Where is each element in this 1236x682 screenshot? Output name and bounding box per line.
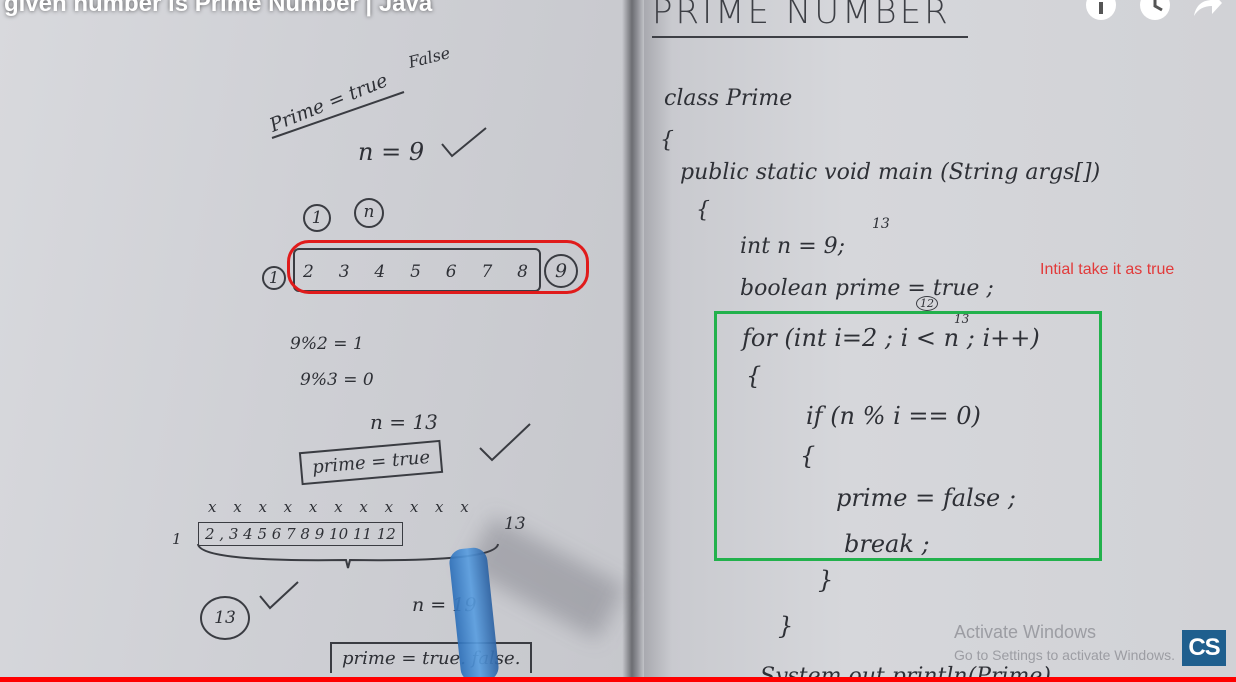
notebook-spine — [622, 0, 644, 682]
circled-13: 13 — [200, 596, 250, 640]
checkmark-icon — [259, 581, 299, 610]
prime-false-note: prime = true. false. — [330, 642, 533, 673]
activate-windows-title: Activate Windows — [954, 622, 1097, 642]
n-equals-9: n = 9 — [358, 138, 425, 166]
crosses-row: x x x x x x x x x x x — [208, 498, 475, 516]
circled-n: n — [354, 198, 384, 228]
superscript-13: 13 — [872, 216, 890, 232]
code-line: public static void main (String args[]) — [680, 160, 1101, 185]
mod-9-3: 9%3 = 0 — [300, 370, 374, 390]
code-line: { — [696, 198, 710, 223]
video-progress-bar[interactable] — [0, 677, 1236, 682]
red-annotation: Intial take it as true — [1040, 261, 1175, 278]
circled-one: 1 — [303, 204, 331, 232]
video-title[interactable]: given number is Prime Number | Java — [4, 0, 432, 18]
code-line: boolean prime = true ; — [740, 276, 994, 301]
code-line: int n = 9; — [740, 234, 846, 259]
share-icon[interactable] — [1190, 0, 1224, 22]
video-frame[interactable]: given number is Prime Number | Java Prim… — [0, 0, 1236, 682]
underline-stroke — [271, 91, 405, 139]
clock-icon[interactable] — [1138, 0, 1172, 22]
heading-underline — [652, 36, 968, 38]
superscript-12: 12 — [916, 296, 938, 311]
info-icon[interactable] — [1084, 0, 1118, 22]
channel-logo[interactable]: CS — [1182, 630, 1226, 666]
one-again: 1 — [172, 530, 182, 548]
code-line: { — [660, 128, 674, 153]
code-line: class Prime — [664, 86, 793, 111]
activate-windows-subtitle: Go to Settings to activate Windows. — [954, 647, 1175, 663]
code-line: } — [778, 612, 794, 640]
mod-9-2: 9%2 = 1 — [290, 334, 364, 354]
checkmark-icon — [479, 423, 531, 462]
page-heading: PRIME NUMBER — [652, 0, 951, 32]
checkmark-icon — [441, 127, 487, 158]
code-line: } — [818, 566, 834, 594]
n-equals-13: n = 13 — [370, 410, 438, 434]
green-highlight-box — [714, 311, 1102, 561]
red-highlight-oval — [287, 240, 589, 294]
left-one: 1 — [262, 266, 286, 290]
